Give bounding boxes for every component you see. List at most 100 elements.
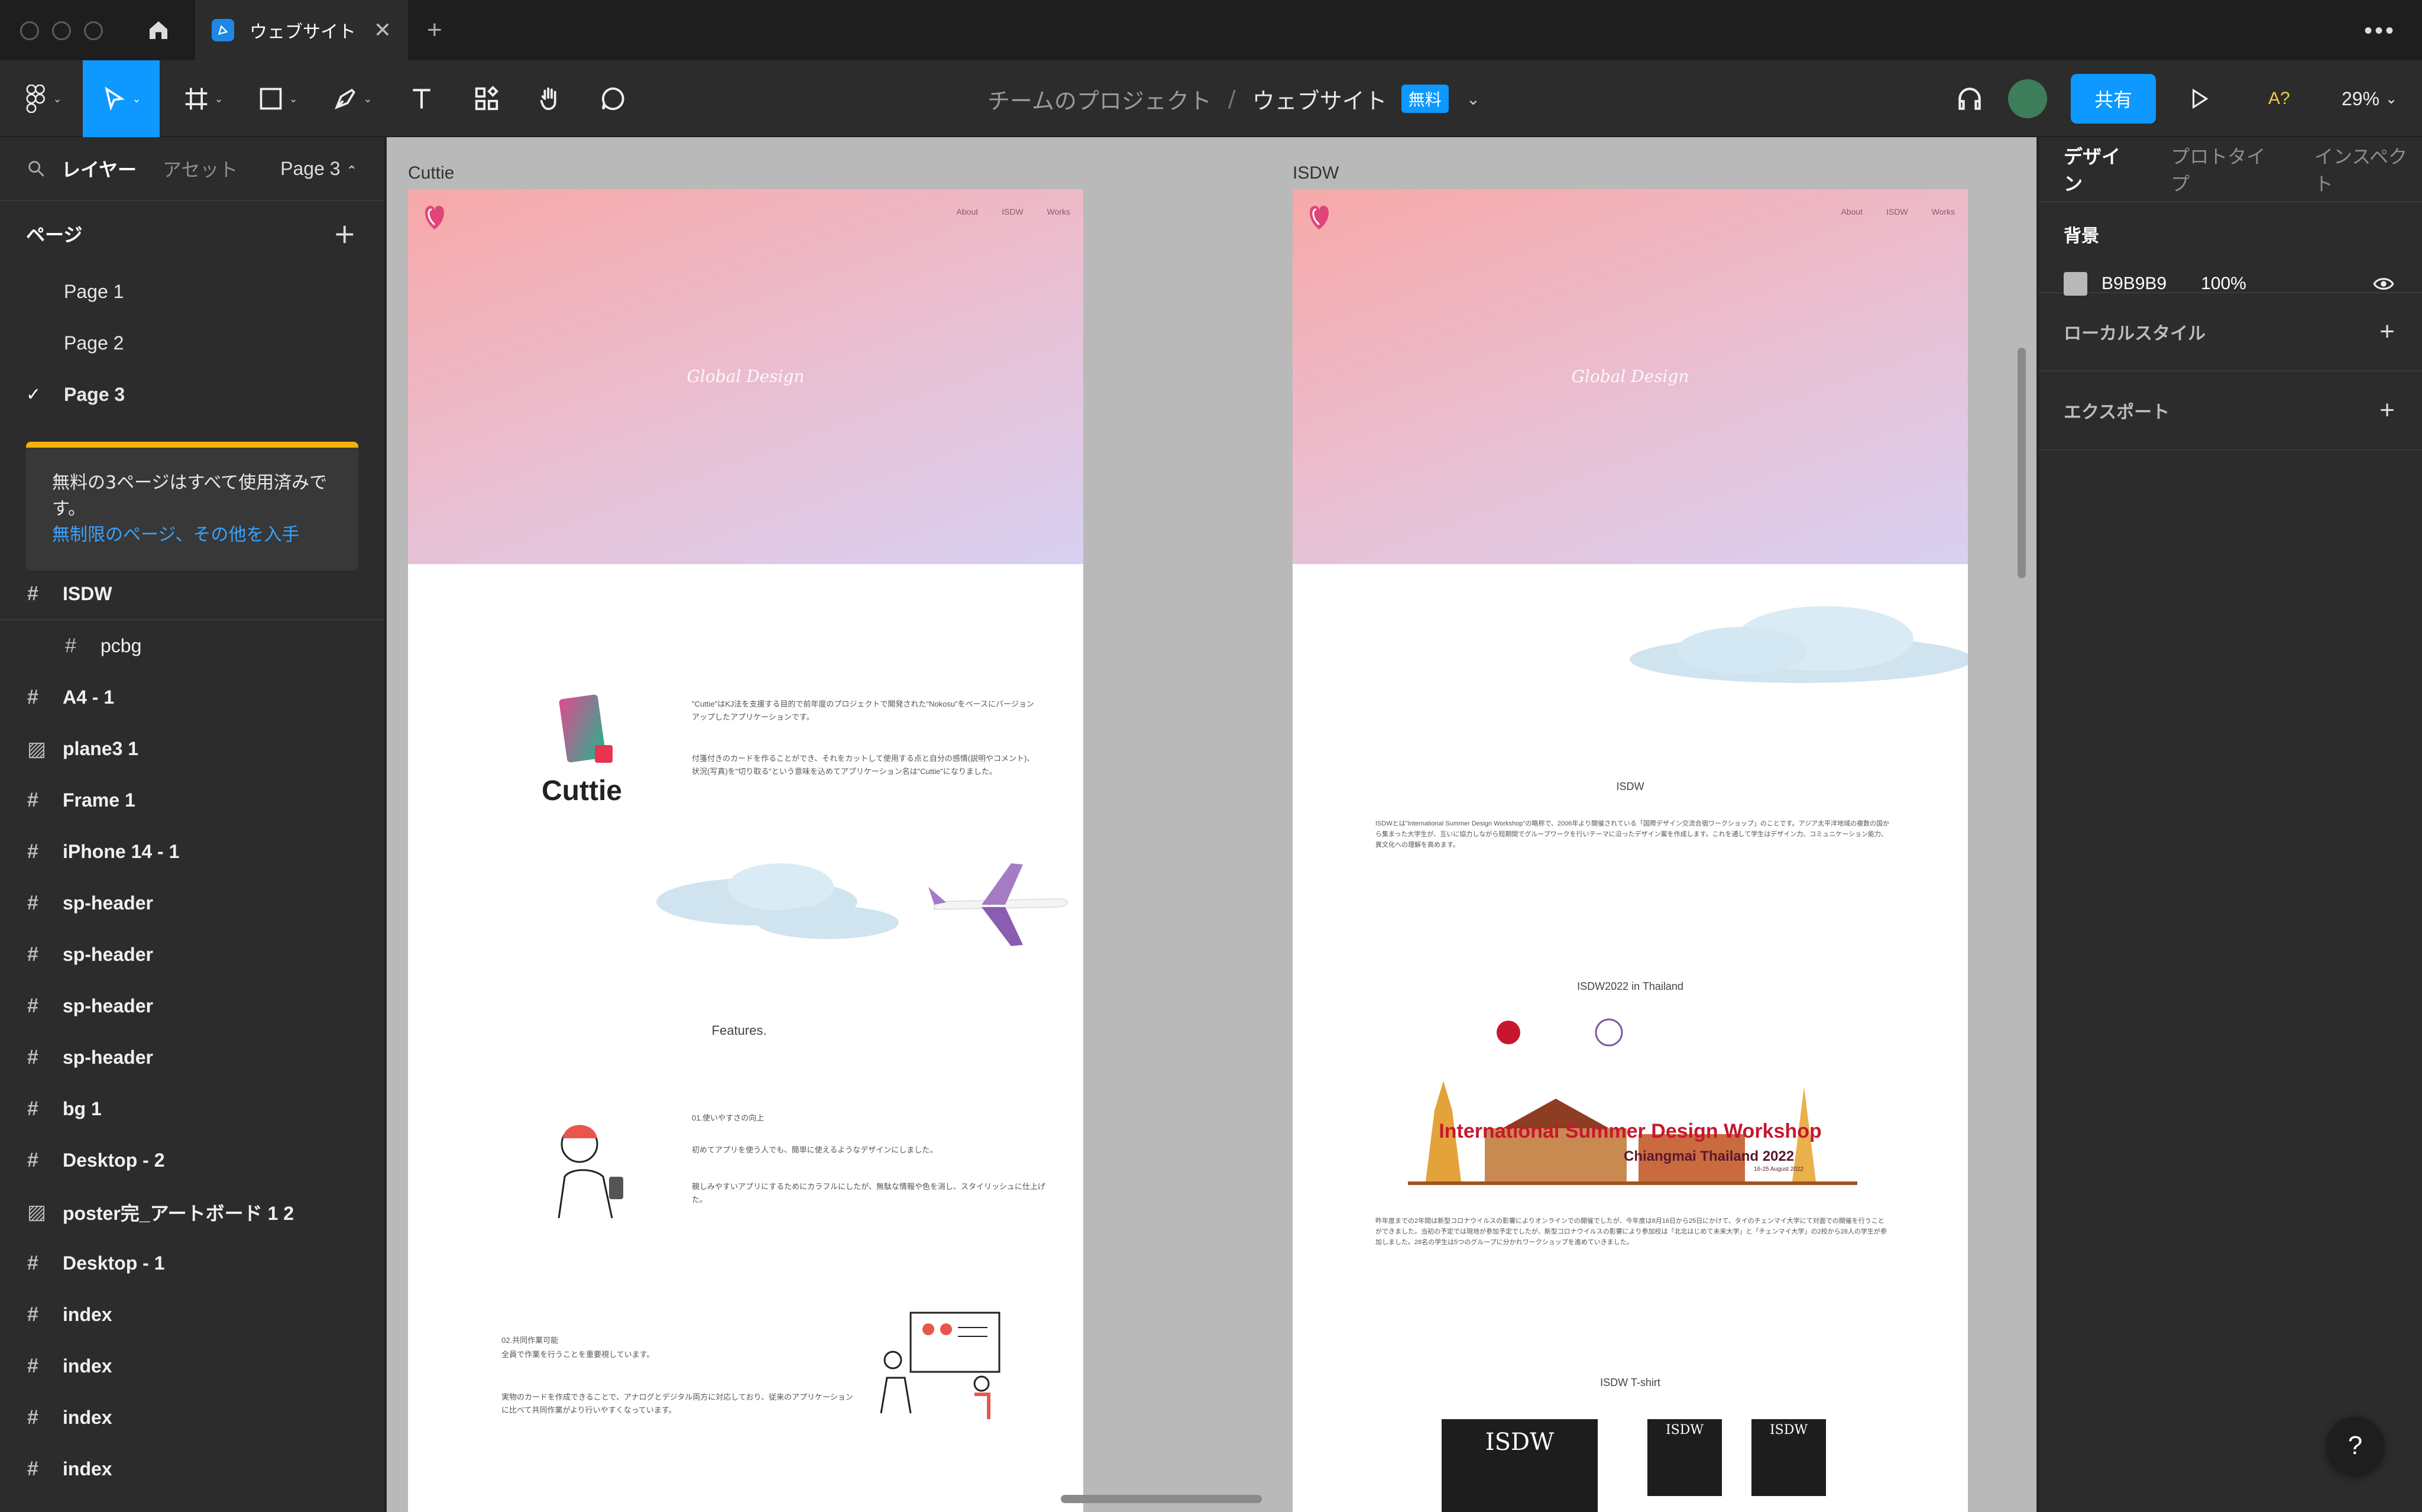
right-panel: デザイン プロトタイプ インスペクト 背景 B9B9B9 100% ローカルスタ… (2038, 137, 2422, 1512)
layer-item[interactable]: # index (0, 1392, 384, 1443)
tshirt-title: ISDW T-shirt (1600, 1377, 1660, 1388)
file-name[interactable]: ウェブサイト (1252, 83, 1387, 115)
tab-design[interactable]: デザイン (2064, 142, 2136, 196)
add-export-icon[interactable]: + (2379, 396, 2395, 425)
cuttie-brand-name: Cuttie (542, 775, 622, 807)
layer-item[interactable]: # A4 - 1 (0, 672, 384, 723)
more-icon[interactable]: ••• (2364, 18, 2396, 44)
frame-icon: # (27, 943, 38, 966)
frame-icon: # (27, 789, 38, 811)
layer-item[interactable]: # Desktop - 1 (0, 1238, 384, 1289)
layer-label: plane3 1 (63, 738, 139, 759)
page-item[interactable]: Page 1 (0, 266, 384, 318)
upgrade-notice-text: 無料の3ページはすべて使用済みです。 (52, 472, 328, 519)
image-icon: ▨ (27, 1200, 47, 1223)
feature-2-text: 実物のカードを作成できることで、アナログとデジタル両方に対応しており、従来のアプ… (501, 1393, 853, 1414)
headphones-icon[interactable] (1949, 60, 1990, 137)
new-tab-icon[interactable]: + (427, 15, 442, 45)
chevron-down-icon[interactable]: ⌄ (1466, 89, 1480, 109)
comment-tool[interactable] (594, 60, 633, 137)
pages-heading: ページ (26, 224, 83, 246)
layer-item[interactable]: # sp-header (0, 929, 384, 980)
window-minimize-dot[interactable] (52, 21, 71, 40)
person-phone-illustration (558, 1125, 623, 1219)
nav-works: Works (1047, 207, 1070, 216)
background-swatch[interactable] (2064, 272, 2087, 296)
layer-item[interactable]: # bg 1 (0, 1083, 384, 1135)
upgrade-link[interactable]: 無制限のページ、その他を入手 (52, 524, 300, 545)
home-icon[interactable] (137, 13, 180, 47)
chevron-down-icon: ⌄ (363, 92, 373, 105)
page-list: Page 1 Page 2 ✓ Page 3 (0, 266, 384, 420)
check-icon: ✓ (26, 385, 41, 404)
frame-isdw[interactable]: About ISDW Works Global Design ISDW ISDW… (1293, 189, 1968, 1512)
tab-assets[interactable]: アセット (163, 155, 238, 182)
background-opacity[interactable]: 100% (2201, 274, 2246, 294)
move-tool[interactable]: ⌄ (83, 60, 160, 137)
zoom-dropdown[interactable]: 29% ⌄ (2342, 60, 2397, 137)
brand-logo-icon (425, 206, 445, 229)
layer-item[interactable]: # iPhone 14 - 1 (0, 826, 384, 878)
layer-item[interactable]: # sp-header (0, 878, 384, 929)
layer-item[interactable]: ▨ plane3 1 (0, 723, 384, 775)
layer-item[interactable]: # index (0, 1289, 384, 1341)
avatar[interactable] (2008, 79, 2047, 118)
background-hex[interactable]: B9B9B9 (2102, 274, 2167, 294)
horizontal-scrollbar[interactable] (1061, 1495, 1262, 1503)
present-play-icon[interactable] (2188, 60, 2210, 137)
design-canvas[interactable]: Cuttie About ISDW Works Global Design Cu… (387, 137, 2036, 1512)
layer-item[interactable]: # pcbg (0, 620, 384, 672)
layer-label: Desktop - 1 (63, 1252, 165, 1274)
upgrade-notice: 無料の3ページはすべて使用済みです。 無制限のページ、その他を入手 (26, 442, 358, 571)
breadcrumb-separator: / (1228, 86, 1236, 112)
layer-item[interactable]: # index (0, 1443, 384, 1495)
help-button[interactable]: ? (2326, 1417, 2384, 1475)
search-icon[interactable] (26, 158, 46, 179)
tab-prototype[interactable]: プロトタイプ (2171, 142, 2280, 196)
chevron-down-icon: ⌄ (214, 92, 224, 105)
eye-icon[interactable] (2372, 273, 2395, 295)
layer-item[interactable]: ▨ poster完_アートボード 1 2 (0, 1186, 384, 1238)
page-item[interactable]: Page 2 (0, 318, 384, 369)
frame-tool[interactable]: ⌄ (175, 60, 232, 137)
frame-cuttie[interactable]: About ISDW Works Global Design Cuttie "C… (408, 189, 1083, 1512)
layer-item[interactable]: # index (0, 1341, 384, 1392)
close-icon[interactable]: ✕ (374, 18, 391, 43)
vertical-scrollbar[interactable] (2018, 348, 2026, 578)
text-tool[interactable] (402, 60, 441, 137)
frame-icon: # (65, 634, 76, 657)
add-style-icon[interactable]: + (2379, 317, 2395, 347)
layer-item[interactable]: # sp-header (0, 1032, 384, 1083)
page-switcher[interactable]: Page 3 ⌃ (280, 158, 357, 180)
layer-item[interactable]: # Desktop - 2 (0, 1135, 384, 1186)
resources-tool[interactable] (467, 60, 506, 137)
figma-logo-icon (26, 85, 46, 113)
left-panel-tabs: レイヤー アセット Page 3 ⌃ (0, 137, 384, 201)
frame-label-cuttie[interactable]: Cuttie (408, 163, 454, 183)
layer-item[interactable]: # ISDW (0, 569, 384, 620)
tab-website[interactable]: ウェブサイト ✕ (195, 0, 408, 60)
main-menu-button[interactable]: ⌄ (18, 60, 69, 137)
layer-item[interactable]: # sp-header (0, 980, 384, 1032)
share-button[interactable]: 共有 (2071, 74, 2156, 124)
hand-tool[interactable] (531, 60, 570, 137)
tab-layers[interactable]: レイヤー (61, 155, 137, 182)
shape-tool[interactable]: ⌄ (250, 60, 306, 137)
layer-item[interactable]: # Frame 1 (0, 775, 384, 826)
chevron-up-icon: ⌃ (346, 163, 357, 178)
tab-inspect[interactable]: インスペクト (2314, 142, 2422, 196)
isdw-about-text: ISDWとは"International Summer Design Works… (1375, 820, 1889, 849)
frame-icon: # (27, 582, 38, 605)
layer-label: pcbg (101, 635, 142, 656)
pen-tool[interactable]: ⌄ (324, 60, 381, 137)
frame-label-isdw[interactable]: ISDW (1293, 163, 1339, 183)
background-title: 背景 (2064, 226, 2099, 247)
page-item[interactable]: ✓ Page 3 (0, 369, 384, 420)
project-name[interactable]: チームのプロジェクト (987, 83, 1212, 115)
window-close-dot[interactable] (20, 21, 39, 40)
missing-fonts-badge[interactable]: A? (2268, 60, 2290, 137)
window-zoom-dot[interactable] (84, 21, 103, 40)
features-title: Features. (711, 1023, 767, 1038)
add-page-icon[interactable]: + (333, 218, 356, 250)
design-file-icon (212, 19, 234, 41)
